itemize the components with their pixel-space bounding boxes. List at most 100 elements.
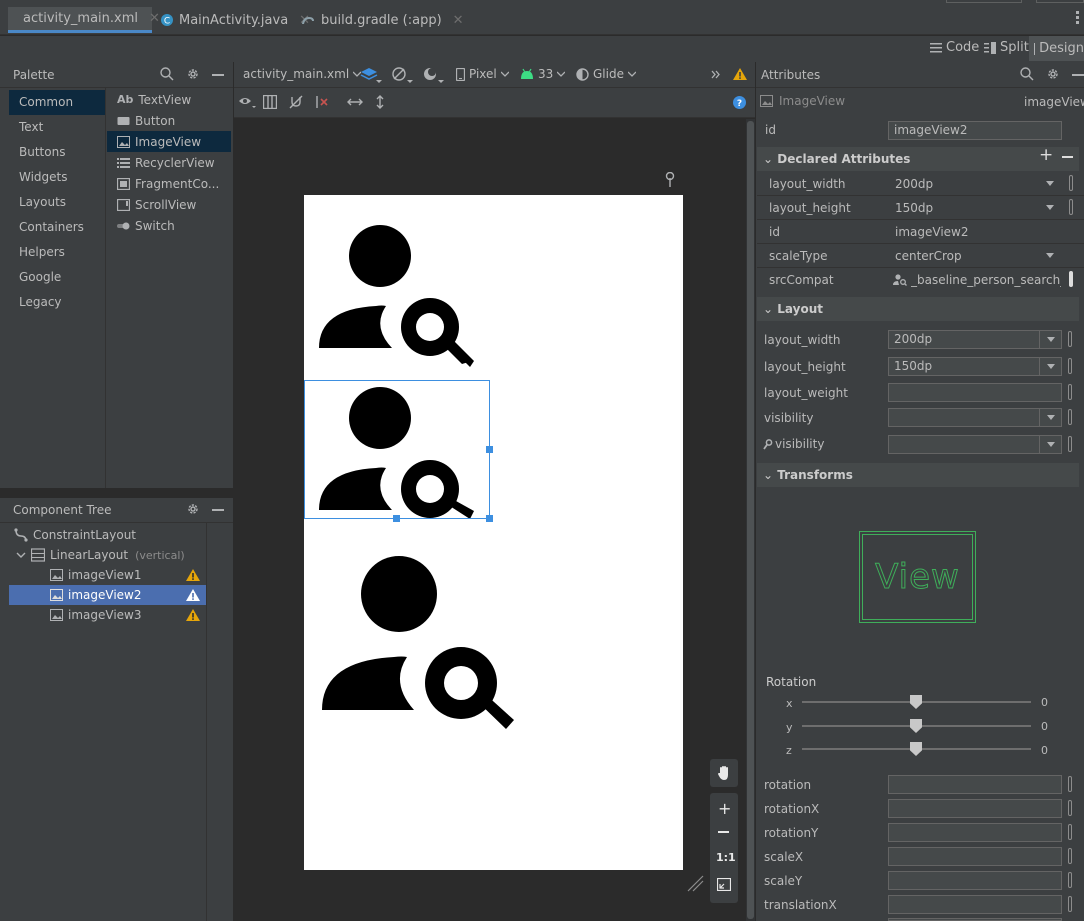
resource-picker[interactable] bbox=[1069, 199, 1073, 215]
tab-main-activity[interactable]: C MainActivity.java ✕ bbox=[160, 7, 310, 33]
resource-picker[interactable] bbox=[1069, 271, 1073, 287]
resize-handle-right[interactable] bbox=[486, 446, 493, 453]
layout-height-field[interactable]: 150dp bbox=[888, 357, 1062, 376]
splitter[interactable] bbox=[0, 488, 233, 498]
rotation-field[interactable] bbox=[888, 775, 1062, 794]
rotationx-field[interactable] bbox=[888, 799, 1062, 818]
resize-handle-corner[interactable] bbox=[486, 515, 493, 522]
vertical-scrollbar[interactable] bbox=[746, 119, 755, 921]
palette-category-buttons[interactable]: Buttons bbox=[9, 140, 105, 165]
resource-picker[interactable] bbox=[1068, 872, 1072, 888]
minimize-icon[interactable] bbox=[212, 74, 224, 76]
chevron-down-icon[interactable] bbox=[1039, 175, 1061, 192]
resize-grip-icon[interactable] bbox=[686, 874, 704, 892]
tree-item-imageview3[interactable]: imageView3 bbox=[50, 605, 206, 625]
add-attribute-icon[interactable]: + bbox=[1039, 145, 1053, 165]
help-icon[interactable]: ? bbox=[733, 96, 746, 109]
attr-value[interactable]: centerCrop bbox=[895, 249, 962, 263]
minimize-icon[interactable] bbox=[212, 509, 224, 511]
palette-category-helpers[interactable]: Helpers bbox=[9, 240, 105, 265]
fit-screen-icon[interactable] bbox=[717, 878, 731, 891]
gear-icon[interactable] bbox=[186, 67, 200, 81]
palette-category-layouts[interactable]: Layouts bbox=[9, 190, 105, 215]
wrench-icon[interactable] bbox=[664, 172, 676, 188]
resource-picker[interactable] bbox=[1068, 384, 1072, 400]
attr-value[interactable]: 150dp bbox=[895, 201, 933, 215]
resource-picker[interactable] bbox=[1068, 776, 1072, 792]
split-mode-button[interactable]: Split bbox=[984, 40, 1029, 55]
warning-icon[interactable] bbox=[186, 569, 200, 581]
search-icon[interactable] bbox=[1020, 67, 1034, 81]
chevron-down-icon[interactable] bbox=[1039, 199, 1061, 216]
zoom-out-icon[interactable] bbox=[718, 831, 729, 833]
clear-constraints-icon[interactable] bbox=[315, 95, 331, 109]
palette-category-google[interactable]: Google bbox=[9, 265, 105, 290]
declared-row-srccompat[interactable]: srcCompat _baseline_person_search_24 bbox=[757, 268, 1084, 292]
tab-activity-main[interactable]: activity_main.xml ✕ bbox=[8, 7, 160, 33]
layers-icon[interactable] bbox=[360, 66, 382, 84]
magnet-off-icon[interactable] bbox=[289, 95, 305, 109]
close-icon[interactable]: ✕ bbox=[149, 11, 160, 26]
chevron-down-icon[interactable] bbox=[1039, 409, 1061, 426]
tab-build-gradle[interactable]: build.gradle (:app) ✕ bbox=[300, 7, 464, 33]
chevron-down-icon[interactable] bbox=[1039, 331, 1061, 348]
layout-width-field[interactable]: 200dp bbox=[888, 330, 1062, 349]
tree-item-imageview1[interactable]: imageView1 bbox=[50, 565, 206, 585]
palette-item-button[interactable]: Button bbox=[107, 110, 231, 131]
remove-attribute-icon[interactable] bbox=[1062, 156, 1073, 158]
person-search-icon[interactable] bbox=[318, 553, 518, 731]
overflow-chevron-icon[interactable] bbox=[711, 70, 721, 79]
resource-picker[interactable] bbox=[1068, 409, 1072, 425]
minimize-icon[interactable] bbox=[1072, 74, 1084, 76]
resource-picker[interactable] bbox=[1069, 175, 1073, 191]
attr-value[interactable]: _baseline_person_search_24 bbox=[911, 273, 1061, 287]
close-icon[interactable]: ✕ bbox=[453, 13, 464, 28]
palette-category-containers[interactable]: Containers bbox=[9, 215, 105, 240]
attr-value[interactable]: 200dp bbox=[895, 177, 933, 191]
zoom-in-icon[interactable]: + bbox=[718, 799, 731, 818]
resource-picker[interactable] bbox=[1068, 824, 1072, 840]
pan-button[interactable] bbox=[710, 759, 738, 787]
columns-icon[interactable] bbox=[263, 95, 277, 109]
chevron-down-icon[interactable] bbox=[16, 550, 26, 560]
warning-icon[interactable] bbox=[186, 609, 200, 621]
tree-item-imageview2[interactable]: imageView2 bbox=[50, 585, 206, 605]
theme-selector[interactable]: Glide bbox=[576, 67, 636, 81]
palette-category-text[interactable]: Text bbox=[9, 115, 105, 140]
declared-row-layout-height[interactable]: layout_height 150dp bbox=[757, 196, 1084, 220]
search-icon[interactable] bbox=[160, 67, 174, 81]
palette-item-recyclerview[interactable]: RecyclerView bbox=[107, 152, 231, 173]
layout-weight-field[interactable] bbox=[888, 383, 1062, 402]
tools-visibility-field[interactable] bbox=[888, 435, 1062, 454]
palette-category-common[interactable]: Common bbox=[9, 90, 105, 115]
warning-icon[interactable] bbox=[186, 589, 200, 601]
translationx-field[interactable] bbox=[888, 895, 1062, 914]
palette-item-imageview[interactable]: ImageView bbox=[107, 131, 231, 152]
attr-value[interactable]: imageView2 bbox=[895, 225, 969, 239]
scaley-field[interactable] bbox=[888, 871, 1062, 890]
rotationy-field[interactable] bbox=[888, 823, 1062, 842]
more-tabs-icon[interactable] bbox=[1076, 11, 1079, 25]
vertical-expand-icon[interactable] bbox=[374, 95, 386, 109]
transforms-section[interactable]: ⌄ Transforms bbox=[757, 463, 1079, 487]
palette-item-scrollview[interactable]: ScrollView bbox=[107, 194, 231, 215]
device-selector[interactable]: Pixel bbox=[456, 67, 509, 81]
palette-item-switch[interactable]: Switch bbox=[107, 215, 231, 236]
palette-item-fragment[interactable]: FragmentCo... bbox=[107, 173, 231, 194]
gear-icon[interactable] bbox=[186, 502, 200, 516]
resource-picker[interactable] bbox=[1068, 331, 1072, 347]
tree-item-linearlayout[interactable]: LinearLayout (vertical) bbox=[16, 545, 185, 565]
design-mode-button[interactable]: Design bbox=[1029, 36, 1084, 61]
id-field[interactable]: imageView2 bbox=[888, 121, 1062, 140]
zoom-actual-button[interactable]: 1:1 bbox=[716, 851, 736, 864]
layout-section[interactable]: ⌄ Layout bbox=[757, 297, 1079, 321]
code-mode-button[interactable]: Code bbox=[930, 40, 979, 55]
declared-row-scaletype[interactable]: scaleType centerCrop bbox=[757, 244, 1084, 268]
file-selector[interactable]: activity_main.xml bbox=[243, 67, 362, 81]
eye-icon[interactable] bbox=[238, 95, 256, 109]
palette-category-legacy[interactable]: Legacy bbox=[9, 290, 105, 315]
resource-picker[interactable] bbox=[1068, 896, 1072, 912]
horizontal-expand-icon[interactable] bbox=[347, 96, 363, 108]
declared-row-id[interactable]: id imageView2 bbox=[757, 220, 1084, 244]
resource-picker[interactable] bbox=[1068, 848, 1072, 864]
